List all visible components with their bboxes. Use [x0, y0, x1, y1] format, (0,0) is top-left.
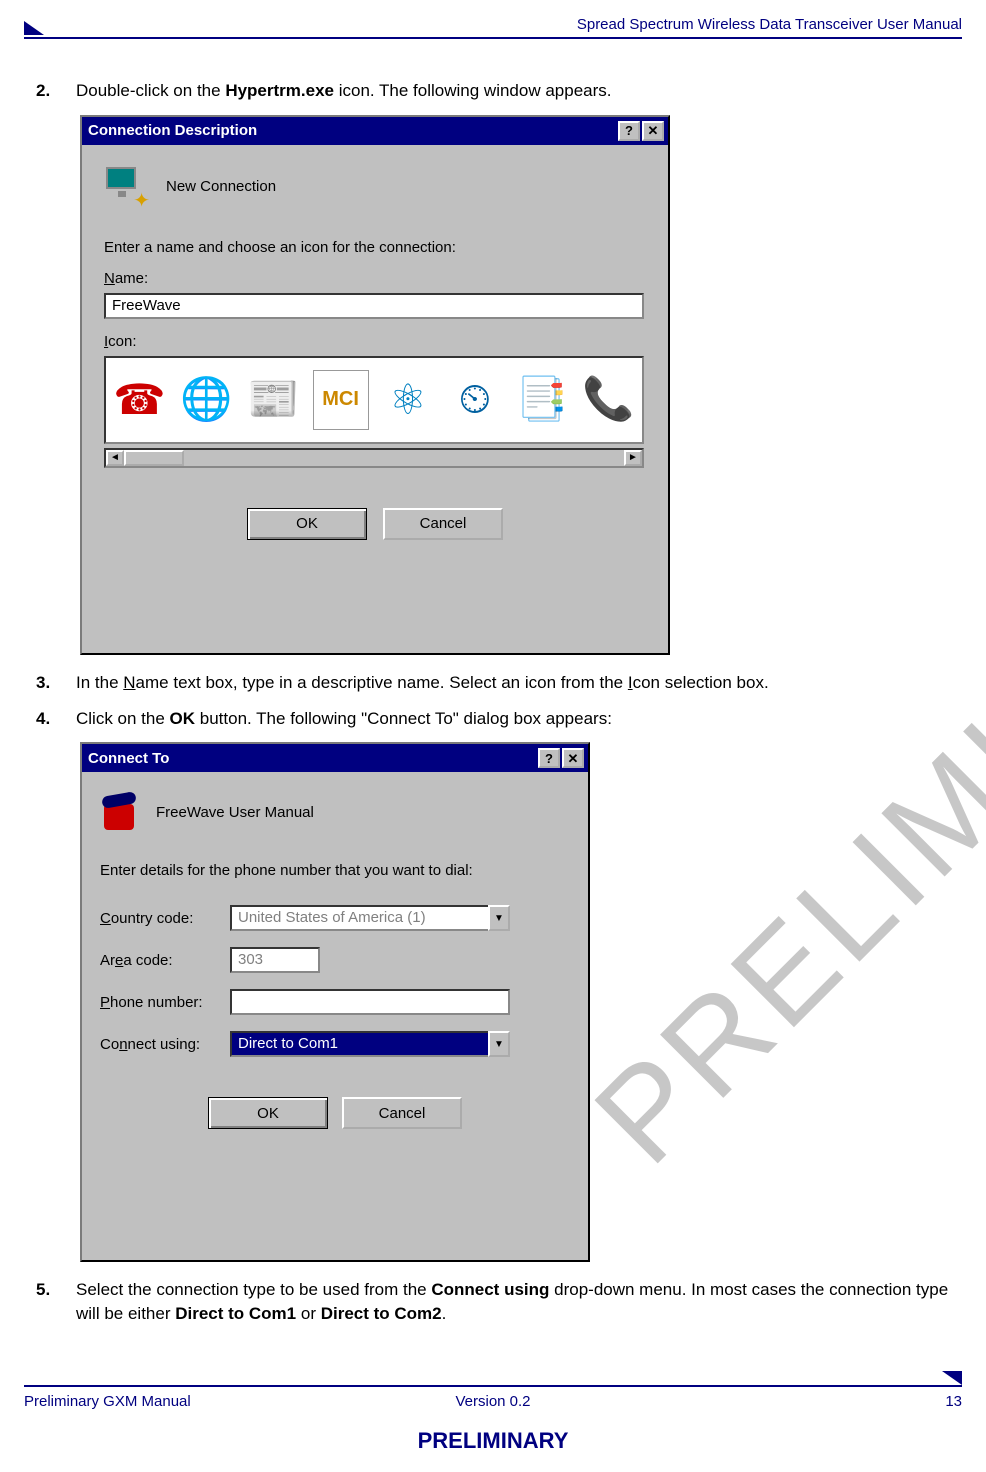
step-number: 2. [36, 79, 76, 103]
new-connection-label: New Connection [166, 178, 276, 195]
help-button[interactable]: ? [618, 121, 640, 141]
header-title: Spread Spectrum Wireless Data Transceive… [52, 16, 962, 35]
dialog-titlebar[interactable]: Connection Description ? ✕ [82, 117, 668, 145]
cancel-button[interactable]: Cancel [342, 1097, 462, 1129]
ok-button[interactable]: OK [247, 508, 367, 540]
footer-corner-decoration [942, 1371, 962, 1385]
phone-number-row: Phone number: [100, 989, 570, 1015]
page-header: Spread Spectrum Wireless Data Transceive… [24, 16, 962, 35]
cancel-button[interactable]: Cancel [383, 508, 503, 540]
step-3: 3. In the Name text box, type in a descr… [36, 671, 950, 695]
icon-option-globe[interactable]: 🌐 [179, 370, 234, 430]
scroll-thumb[interactable] [124, 450, 184, 466]
help-button[interactable]: ? [538, 748, 560, 768]
header-rule [24, 37, 962, 39]
connect-using-combo[interactable]: Direct to Com1 ▼ [230, 1031, 510, 1057]
dropdown-arrow-icon[interactable]: ▼ [488, 1031, 510, 1057]
step-number: 4. [36, 707, 76, 731]
footer-left: Preliminary GXM Manual [24, 1393, 337, 1410]
phone-icon [100, 792, 140, 832]
dialog-prompt: Enter details for the phone number that … [100, 862, 570, 879]
country-code-value: United States of America (1) [230, 905, 488, 931]
step-5: 5. Select the connection type to be used… [36, 1278, 950, 1326]
scroll-right-button[interactable]: ► [624, 450, 642, 466]
ok-button[interactable]: OK [208, 1097, 328, 1129]
dialog-prompt: Enter a name and choose an icon for the … [104, 239, 646, 256]
header-corner-decoration [24, 21, 44, 35]
dialog-titlebar[interactable]: Connect To ? ✕ [82, 744, 588, 772]
footer-page-number: 13 [649, 1393, 962, 1410]
icon-option-dial[interactable]: ⏲ [447, 370, 502, 430]
close-button[interactable]: ✕ [562, 748, 584, 768]
icon-option-phone-red[interactable]: ☎ [112, 370, 167, 430]
area-code-value: 303 [230, 947, 320, 973]
connect-to-dialog: Connect To ? ✕ FreeWave User Manual Ente… [80, 742, 590, 1262]
name-input[interactable] [104, 293, 644, 319]
dropdown-arrow-icon: ▼ [488, 905, 510, 931]
step-text: Double-click on the Hypertrm.exe icon. T… [76, 79, 950, 103]
step-4: 4. Click on the OK button. The following… [36, 707, 950, 731]
scroll-left-button[interactable]: ◄ [106, 450, 124, 466]
country-code-row: Country code: United States of America (… [100, 905, 570, 931]
connect-using-value[interactable]: Direct to Com1 [230, 1031, 488, 1057]
footer-preliminary: PRELIMINARY [24, 1428, 962, 1454]
step-text: Click on the OK button. The following "C… [76, 707, 950, 731]
footer-rule [24, 1385, 962, 1387]
icon-option-phone2[interactable]: 📞 [581, 370, 636, 430]
phone-number-input[interactable] [230, 989, 510, 1015]
connect-using-row: Connect using: Direct to Com1 ▼ [100, 1031, 570, 1057]
icon-picker-scrollbar[interactable]: ◄ ► [104, 448, 644, 468]
step-text: Select the connection type to be used fr… [76, 1278, 950, 1326]
icon-option-news[interactable]: 📰 [246, 370, 301, 430]
step-text: In the Name text box, type in a descript… [76, 671, 950, 695]
icon-option-atom[interactable]: ⚛ [381, 370, 436, 430]
connection-name-label: FreeWave User Manual [156, 804, 314, 821]
connection-description-dialog: Connection Description ? ✕ ✦ New Connect… [80, 115, 670, 655]
new-connection-icon: ✦ [104, 165, 148, 209]
step-number: 3. [36, 671, 76, 695]
icon-option-docs[interactable]: 📑 [514, 370, 569, 430]
step-2: 2. Double-click on the Hypertrm.exe icon… [36, 79, 950, 103]
dialog-title: Connection Description [86, 122, 616, 139]
icon-picker[interactable]: ☎ 🌐 📰 MCI ⚛ ⏲ 📑 📞 [104, 356, 644, 444]
dialog-title: Connect To [86, 750, 536, 767]
country-code-combo: United States of America (1) ▼ [230, 905, 510, 931]
icon-option-mci[interactable]: MCI [313, 370, 369, 430]
close-button[interactable]: ✕ [642, 121, 664, 141]
step-number: 5. [36, 1278, 76, 1326]
page-footer: Preliminary GXM Manual Version 0.2 13 PR… [24, 1385, 962, 1454]
footer-version: Version 0.2 [337, 1393, 650, 1410]
area-code-row: Area code: 303 [100, 947, 570, 973]
